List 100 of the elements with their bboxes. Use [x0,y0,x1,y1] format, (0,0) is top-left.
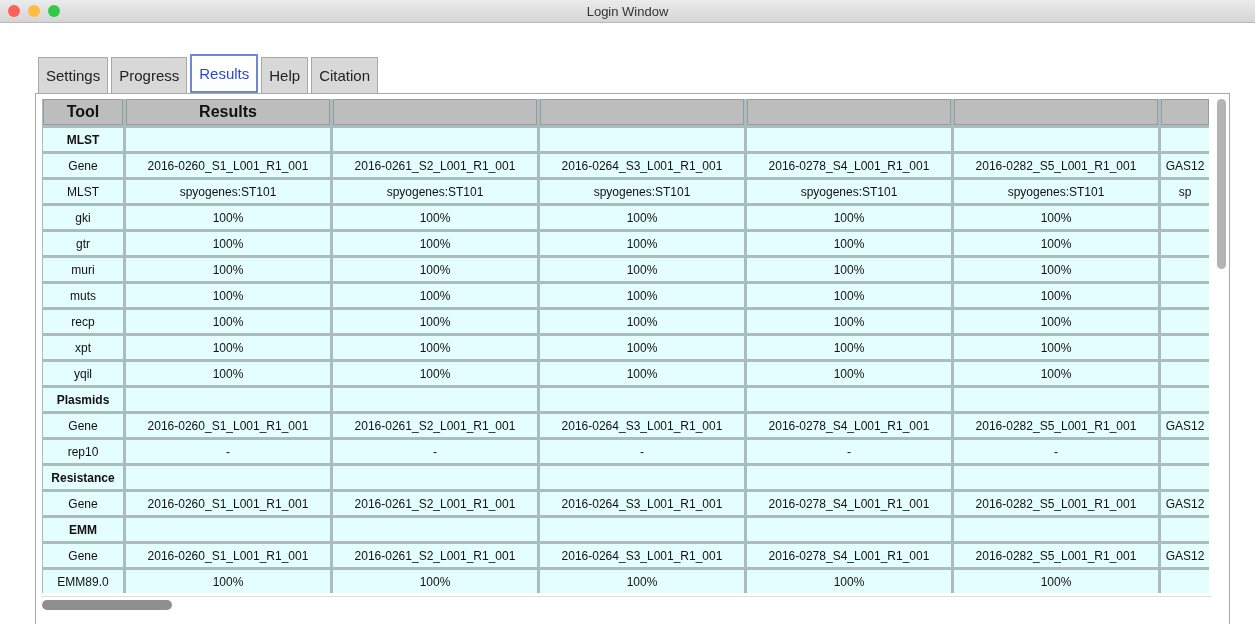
table-cell [1161,336,1209,359]
table-cell: 2016-0282_S5_L001_R1_001 [954,492,1158,515]
table-cell: 100% [954,362,1158,385]
table-cell: 2016-0264_S3_L001_R1_001 [540,414,744,437]
tool-cell: EMM [43,518,123,541]
table-cell: 2016-0261_S2_L001_R1_001 [333,154,537,177]
tool-cell: EMM89.0 [43,570,123,593]
table-cell: 2016-0282_S5_L001_R1_001 [954,544,1158,567]
table-cell: 2016-0260_S1_L001_R1_001 [126,544,330,567]
tool-cell: xpt [43,336,123,359]
minimize-button[interactable] [28,5,40,17]
column-header: Results [126,99,330,125]
table-cell [1161,284,1209,307]
table-cell: 100% [540,284,744,307]
table-cell: 100% [954,310,1158,333]
table-cell: 100% [126,206,330,229]
table-cell: 2016-0261_S2_L001_R1_001 [333,544,537,567]
table-cell: 2016-0278_S4_L001_R1_001 [747,492,951,515]
table-cell [1161,466,1209,489]
tool-cell: Gene [43,414,123,437]
table-cell: - [954,440,1158,463]
table-cell: 100% [333,284,537,307]
table-cell: 100% [747,362,951,385]
table-cell: 100% [126,284,330,307]
close-button[interactable] [8,5,20,17]
tool-cell: rep10 [43,440,123,463]
table-cell: sp [1161,180,1209,203]
table-cell: GAS12 [1161,414,1209,437]
table-cell [1161,258,1209,281]
tab[interactable]: Help [261,57,309,93]
table-cell [1161,206,1209,229]
tool-cell: MLST [43,128,123,151]
tool-cell: muri [43,258,123,281]
table-cell: 100% [126,232,330,255]
table-cell: 100% [747,336,951,359]
table-cell: 100% [333,336,537,359]
table-cell: 100% [333,206,537,229]
tab[interactable]: Results [190,54,259,93]
table-cell: 100% [126,336,330,359]
table-cell: 100% [747,206,951,229]
table-cell: - [333,440,537,463]
table-cell: 100% [954,232,1158,255]
table-cell: 100% [954,284,1158,307]
table-cell: 100% [747,258,951,281]
table-cell: spyogenes:ST101 [126,180,330,203]
table-cell: 2016-0264_S3_L001_R1_001 [540,154,744,177]
table-cell: 2016-0278_S4_L001_R1_001 [747,414,951,437]
table-cell: 100% [333,258,537,281]
table-cell: 2016-0261_S2_L001_R1_001 [333,492,537,515]
table-cell: 2016-0261_S2_L001_R1_001 [333,414,537,437]
tool-cell: Plasmids [43,388,123,411]
tab[interactable]: Progress [111,57,188,93]
table-cell: - [126,440,330,463]
tool-cell: Gene [43,492,123,515]
table-cell: 100% [747,232,951,255]
table-cell [1161,232,1209,255]
table-cell: 100% [540,206,744,229]
tool-cell: recp [43,310,123,333]
horizontal-scrollbar[interactable] [42,600,172,610]
table-cell: 100% [126,362,330,385]
tool-cell: Gene [43,544,123,567]
table-cell: 100% [333,362,537,385]
table-cell: GAS12 [1161,154,1209,177]
table-cell: 100% [747,310,951,333]
table-cell: 2016-0282_S5_L001_R1_001 [954,154,1158,177]
table-cell [1161,362,1209,385]
table-cell [1161,570,1209,593]
table-cell: spyogenes:ST101 [747,180,951,203]
table-cell: 100% [954,570,1158,593]
table-cell: 100% [540,310,744,333]
table-cell [1161,440,1209,463]
table-cell: 100% [954,258,1158,281]
table-cell: 100% [540,336,744,359]
table-cell: 100% [540,362,744,385]
table-cell: 100% [540,258,744,281]
table-cell: 100% [333,570,537,593]
zoom-button[interactable] [48,5,60,17]
table-cell: 100% [333,232,537,255]
table-cell: spyogenes:ST101 [540,180,744,203]
table-cell: 100% [126,310,330,333]
table-cell: 100% [333,310,537,333]
tab[interactable]: Settings [38,57,109,93]
tab[interactable]: Citation [311,57,378,93]
table-cell: 100% [747,570,951,593]
table-cell [1161,310,1209,333]
table-cell: - [540,440,744,463]
table-cell: 100% [540,232,744,255]
tool-cell: MLST [43,180,123,203]
table-cell [1161,388,1209,411]
table-cell: 100% [126,258,330,281]
table-cell: 100% [126,570,330,593]
table-cell: spyogenes:ST101 [333,180,537,203]
table-cell [1161,518,1209,541]
vertical-scrollbar[interactable] [1217,99,1226,269]
table-cell: GAS12 [1161,544,1209,567]
table-cell: 2016-0278_S4_L001_R1_001 [747,544,951,567]
table-cell: 2016-0278_S4_L001_R1_001 [747,154,951,177]
window-title: Login Window [586,3,669,19]
tool-cell: gtr [43,232,123,255]
tool-cell: Gene [43,154,123,177]
